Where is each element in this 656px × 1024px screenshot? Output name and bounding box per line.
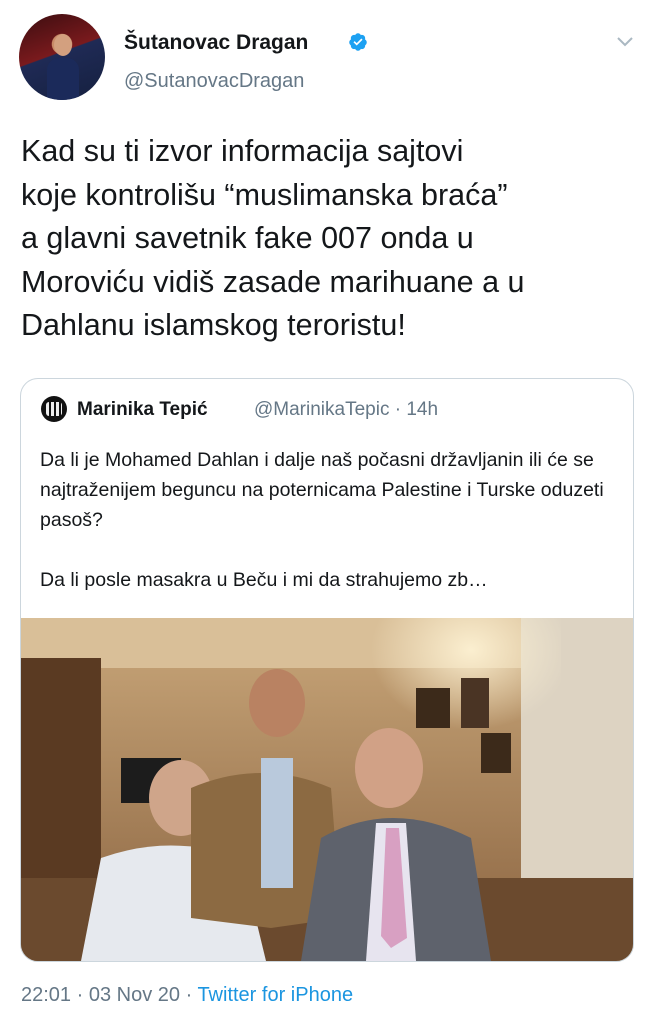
tweet-footer: 22:01 · 03 Nov 20 · Twitter for iPhone bbox=[21, 984, 353, 1007]
quoted-text-paragraph-2: Da li posle masakra u Beču i mi da strah… bbox=[40, 569, 488, 591]
verified-badge-icon bbox=[349, 33, 367, 51]
tweet-header: Šutanovac Dragan @SutanovacDragan bbox=[0, 0, 656, 110]
photo-frame-1 bbox=[416, 688, 450, 728]
tweet-text: Kad su ti izvor informacija sajtovi koje… bbox=[21, 134, 525, 342]
photo-frame-3 bbox=[481, 733, 511, 773]
quoted-author-handle-time: @MarinikaTepic · 14h bbox=[254, 399, 439, 420]
tweet-time[interactable]: 22:01 bbox=[21, 984, 71, 1006]
tweet-source-link[interactable]: Twitter for iPhone bbox=[197, 984, 353, 1006]
author-display-name[interactable]: Šutanovac Dragan bbox=[124, 31, 308, 55]
avatar-suit bbox=[47, 58, 79, 100]
quoted-tweet-card[interactable]: Marinika Tepić @MarinikaTepic · 14h Da l… bbox=[20, 378, 634, 962]
photo-doorway bbox=[21, 658, 101, 878]
tweet-date[interactable]: 03 Nov 20 bbox=[89, 984, 180, 1006]
quoted-text-paragraph-1: Da li je Mohamed Dahlan i dalje naš poča… bbox=[40, 449, 604, 531]
avatar-head bbox=[54, 34, 72, 56]
person-middle-shirt bbox=[261, 758, 293, 888]
author-avatar[interactable] bbox=[19, 14, 105, 100]
photo-frame-2 bbox=[461, 678, 489, 728]
quoted-author-avatar bbox=[41, 396, 67, 422]
quoted-tweet-text: Da li je Mohamed Dahlan i dalje naš poča… bbox=[40, 445, 625, 595]
footer-separator-2: · bbox=[180, 984, 198, 1006]
person-middle-head bbox=[249, 669, 305, 737]
footer-separator-1: · bbox=[71, 984, 89, 1006]
chevron-down-icon[interactable] bbox=[616, 36, 634, 48]
author-handle[interactable]: @SutanovacDragan bbox=[124, 70, 304, 93]
person-right-head bbox=[355, 728, 423, 808]
quoted-author-name: Marinika Tepić bbox=[77, 399, 208, 420]
quoted-tweet-photo[interactable] bbox=[21, 618, 633, 961]
